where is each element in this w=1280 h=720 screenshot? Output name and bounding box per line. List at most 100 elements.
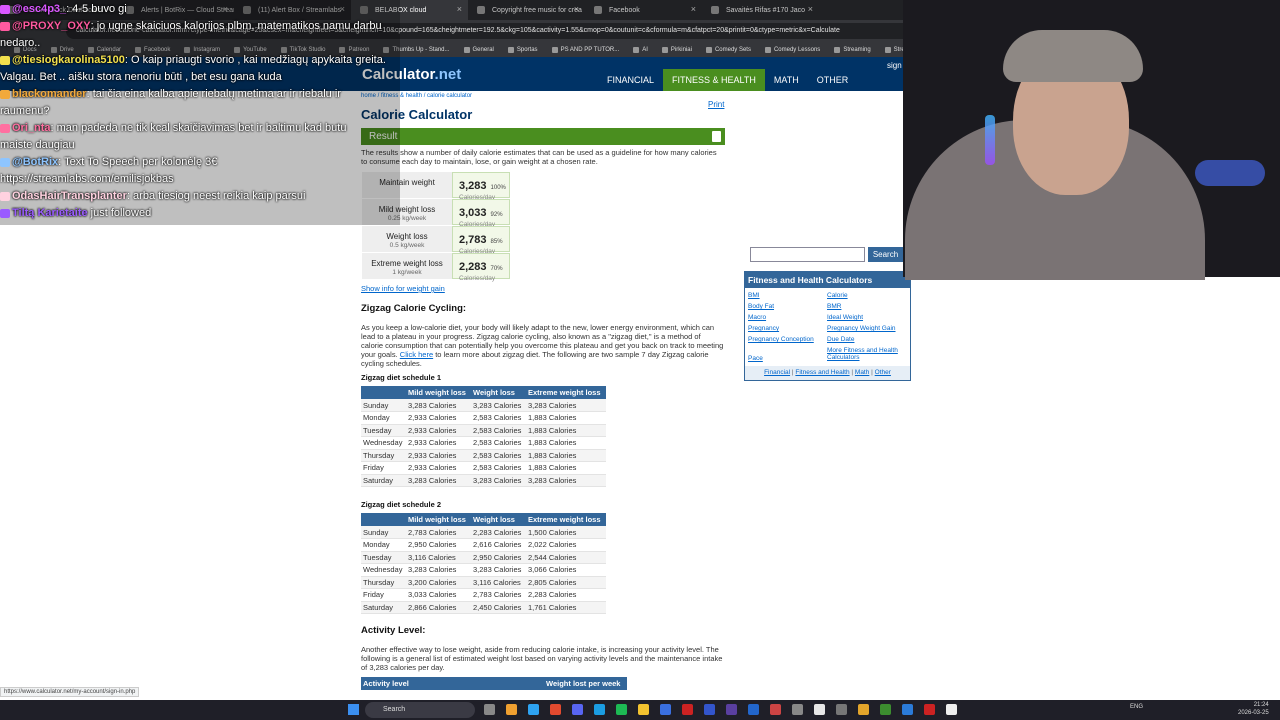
browser-tab[interactable]: Facebook × xyxy=(585,0,702,20)
bookmark[interactable]: Streaming xyxy=(834,46,871,53)
table-cell: 2,022 Calories xyxy=(526,538,606,552)
close-icon[interactable]: × xyxy=(808,4,813,14)
table-cell: Saturday xyxy=(361,474,406,487)
zigzag-link[interactable]: Click here xyxy=(400,350,433,359)
taskbar-app-icon[interactable] xyxy=(814,704,825,715)
taskbar-app-icon[interactable] xyxy=(484,704,495,715)
taskbar-app-icon[interactable] xyxy=(682,704,693,715)
table-row: Wednesday 3,283 Calories 3,283 Calories 3,0… xyxy=(361,563,606,577)
chat-username: Ori_nta xyxy=(12,122,51,134)
bookmark[interactable]: AI xyxy=(633,46,648,53)
taskbar-app-icon[interactable] xyxy=(946,704,957,715)
fitness-link[interactable]: Pregnancy Weight Gain xyxy=(827,325,896,332)
fitness-link[interactable]: BMR xyxy=(827,303,841,310)
taskbar-app-icon[interactable] xyxy=(792,704,803,715)
taskbar-app-icon[interactable] xyxy=(880,704,891,715)
clock-time: 21:24 xyxy=(1253,702,1269,708)
windows-start-icon[interactable] xyxy=(348,704,359,715)
table-header-row: Mild weight loss Weight loss Extreme weigh… xyxy=(361,513,606,526)
chat-message: just followed xyxy=(87,207,152,219)
close-icon[interactable]: × xyxy=(574,4,579,14)
fitness-link[interactable]: Body Fat xyxy=(748,303,774,310)
bookmark[interactable]: Pirkiniai xyxy=(661,46,692,53)
table-cell: Sunday xyxy=(361,526,406,539)
search-button[interactable]: Search xyxy=(868,247,903,262)
nav-item[interactable]: OTHER xyxy=(808,69,858,91)
chat-username: @BotRix xyxy=(12,156,59,168)
footer-link[interactable]: Financial xyxy=(764,369,790,376)
taskbar-app-icon[interactable] xyxy=(550,704,561,715)
bookmark-icon xyxy=(661,46,668,53)
fitness-link[interactable]: Pregnancy Conception xyxy=(748,336,814,343)
taskbar-app-icon[interactable] xyxy=(748,704,759,715)
fitness-link[interactable]: Ideal Weight xyxy=(827,314,863,321)
bookmark[interactable]: PS AND PP TUTOR... xyxy=(551,46,619,53)
bookmark[interactable]: General xyxy=(463,46,494,53)
activity-paragraph: Another effective way to lose weight, as… xyxy=(361,645,723,672)
table-cell: 2,950 Calories xyxy=(406,538,471,552)
taskbar-app-icon[interactable] xyxy=(528,704,539,715)
sign-in-link[interactable]: sign xyxy=(887,61,902,70)
footer-link[interactable]: Other xyxy=(875,369,891,376)
chat-line: blackomander: tai čia eina kalba apie ri… xyxy=(0,88,341,100)
fitness-link[interactable]: Pace xyxy=(748,355,763,362)
table-header-row: Mild weight loss Weight loss Extreme weigh… xyxy=(361,386,606,399)
taskbar-app-icon[interactable] xyxy=(704,704,715,715)
taskbar-clock[interactable]: 21:24 2026-03-25 xyxy=(1238,702,1269,718)
chat-badge-icon xyxy=(0,4,10,14)
close-icon[interactable]: × xyxy=(457,4,462,14)
weight-gain-link[interactable]: Show info for weight gain xyxy=(361,284,445,293)
table-cell: 1,761 Calories xyxy=(526,601,606,614)
fitness-link[interactable]: More Fitness and Health Calculators xyxy=(827,347,907,361)
bookmark[interactable]: Stre xyxy=(884,46,905,53)
logo-tld: .net xyxy=(434,66,462,83)
fitness-link[interactable]: Due Date xyxy=(827,336,854,343)
browser-tab[interactable]: Savaitės Rifas #170 Jaco × xyxy=(702,0,819,20)
browser-tab[interactable]: Copyright free music for crea × xyxy=(468,0,585,20)
bookmark[interactable]: Comedy Sets xyxy=(705,46,751,53)
bookmark[interactable]: Sportas xyxy=(507,46,538,53)
taskbar-app-icon[interactable] xyxy=(616,704,627,715)
chat-username: @esc4p3_ xyxy=(12,3,67,15)
footer-link[interactable]: Fitness and Health xyxy=(795,369,849,376)
bookmark[interactable]: Comedy Lessons xyxy=(764,46,820,53)
close-icon[interactable]: × xyxy=(691,4,696,14)
table-cell: 3,033 Calories xyxy=(406,588,471,602)
taskbar-app-icon[interactable] xyxy=(594,704,605,715)
nav-item[interactable]: FINANCIAL xyxy=(598,69,663,91)
taskbar-app-icon[interactable] xyxy=(858,704,869,715)
footer-link[interactable]: Math xyxy=(855,369,869,376)
table-cell: Monday xyxy=(361,538,406,552)
result-percent: 100% xyxy=(490,185,506,191)
chat-badge-icon xyxy=(0,191,10,201)
taskbar-app-icon[interactable] xyxy=(726,704,737,715)
tray-lang[interactable]: ENG xyxy=(1130,704,1143,710)
taskbar-app-icon[interactable] xyxy=(770,704,781,715)
fitness-link[interactable]: Macro xyxy=(748,314,766,321)
table-cell: Wednesday xyxy=(361,563,406,577)
table-cell: 1,500 Calories xyxy=(526,526,606,539)
search-input[interactable] xyxy=(750,247,865,262)
save-icon[interactable] xyxy=(712,131,721,142)
taskbar-app-icon[interactable] xyxy=(660,704,671,715)
fitness-link[interactable]: Calorie xyxy=(827,292,848,299)
taskbar-search[interactable]: Search xyxy=(365,702,475,718)
taskbar-app-icon[interactable] xyxy=(924,704,935,715)
nav-item[interactable]: MATH xyxy=(765,69,808,91)
bookmark-label: Thumbs Up - Stand... xyxy=(392,46,450,53)
bookmark-label: General xyxy=(472,46,494,53)
fitness-link[interactable]: BMI xyxy=(748,292,760,299)
fitness-link[interactable]: Pregnancy xyxy=(748,325,779,332)
taskbar-app-icon[interactable] xyxy=(506,704,517,715)
taskbar-app-icon[interactable] xyxy=(572,704,583,715)
taskbar-app-icon[interactable] xyxy=(836,704,847,715)
chat-username: OdasHairTransplanter xyxy=(12,190,127,202)
print-link[interactable]: Print xyxy=(708,100,724,109)
result-row: Weight loss 0.5 kg/week 2,783 85% Calories/d… xyxy=(362,226,510,255)
bookmark-label: Sportas xyxy=(516,46,538,53)
taskbar-app-icon[interactable] xyxy=(902,704,913,715)
nav-item[interactable]: FITNESS & HEALTH xyxy=(663,69,765,91)
taskbar-app-icon[interactable] xyxy=(638,704,649,715)
chat-badge-icon xyxy=(0,123,10,133)
chat-badge-icon xyxy=(0,89,10,99)
